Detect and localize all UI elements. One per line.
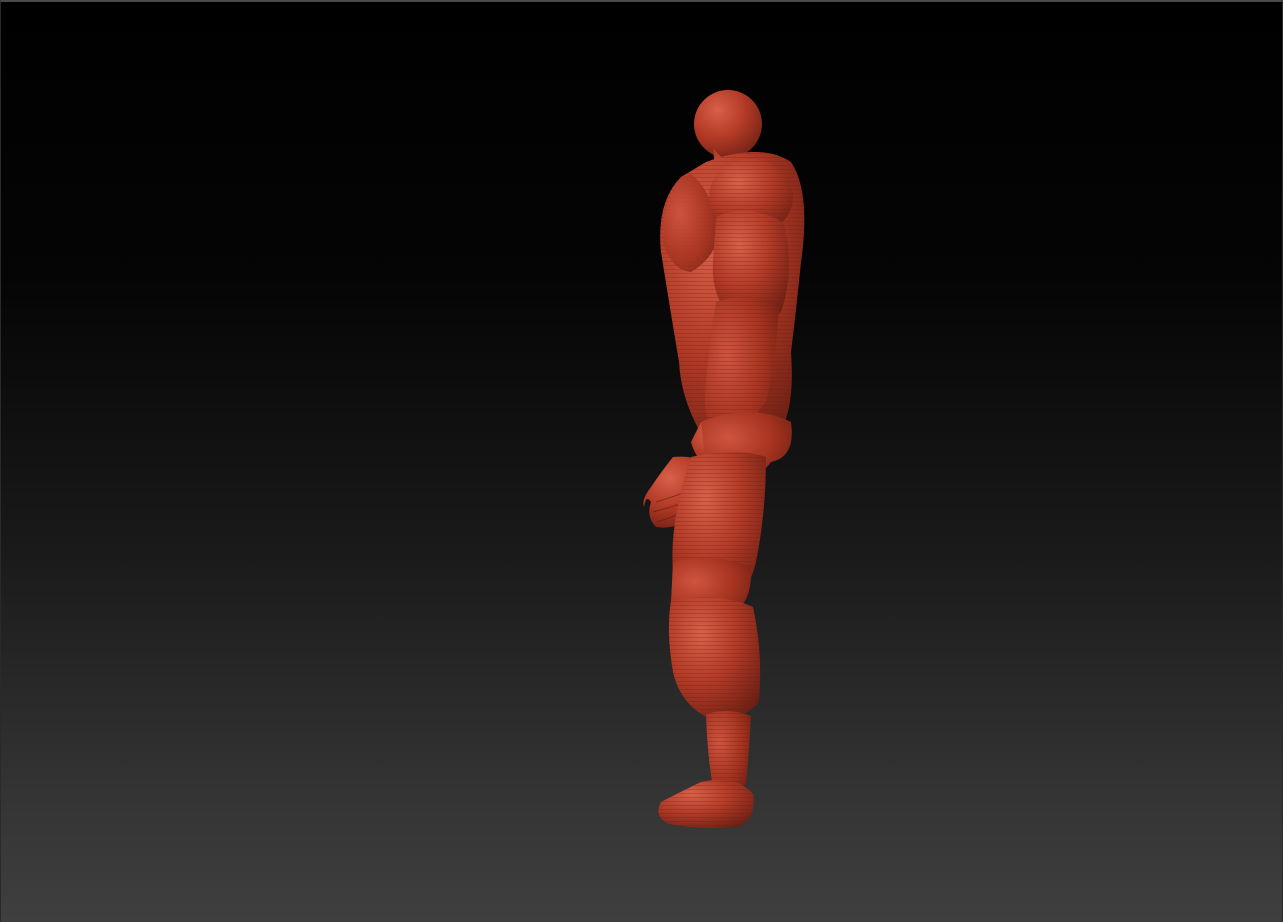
model-ankle-texture <box>706 710 751 790</box>
model-foot-texture <box>658 779 754 828</box>
sculpted-figure-model[interactable] <box>1 2 1283 922</box>
model-head[interactable] <box>694 90 762 158</box>
3d-viewport-canvas[interactable] <box>0 0 1283 922</box>
model-calf-texture <box>668 597 761 721</box>
